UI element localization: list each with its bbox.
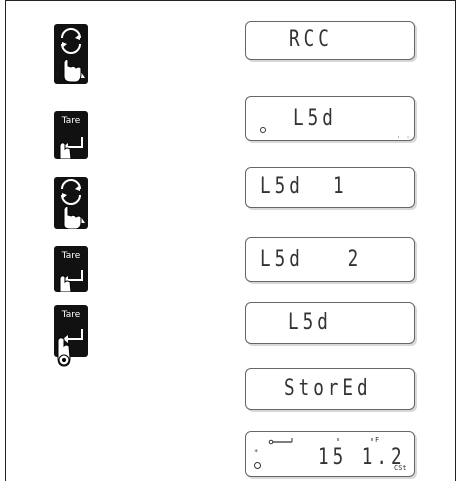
rotate-arrow-icon [61,179,85,229]
display-text: L5d [293,106,337,131]
display-text: L5d [288,310,332,335]
display-text: StorEd [284,376,372,401]
display-text: RCC [289,27,333,52]
lcd-display: RCC [245,21,415,60]
frame-right-border [455,0,456,481]
lcd-display: L5d 2 [245,237,415,282]
lcd-display: * F 15 1.2 CSt [245,431,415,477]
pressing-hand-icon [63,58,82,83]
frame-top-border [5,0,455,1]
lcd-display: L5d ' ' [245,96,415,144]
display-text: L5d 2 [260,247,363,272]
tick-marks: ' ' [396,135,411,144]
frame-left-border [5,0,6,481]
display-mark: * [254,448,259,456]
pressing-hand-icon [63,205,82,229]
pressing-hand-icon [59,142,72,159]
stability-dot-icon [254,462,261,469]
enter-arrow-icon [59,270,83,292]
menu-rotate-key[interactable] [54,24,88,84]
pressing-hand-icon [59,275,72,292]
display-unit: CSt [394,464,407,472]
tare-key[interactable]: Tare [54,111,88,159]
lcd-display: L5d [245,302,415,344]
display-small-label: F [375,436,380,444]
tare-key[interactable]: Tare [54,246,88,292]
menu-rotate-key[interactable] [54,177,88,229]
lcd-display: L5d 1 [245,167,415,208]
display-text: 15 1.2 [318,445,406,470]
display-text: L5d 1 [260,174,348,199]
lcd-display: StorEd [245,368,415,410]
long-press-hand-icon [57,337,71,367]
enter-arrow-icon [59,137,83,159]
stability-dot-icon [260,127,266,133]
